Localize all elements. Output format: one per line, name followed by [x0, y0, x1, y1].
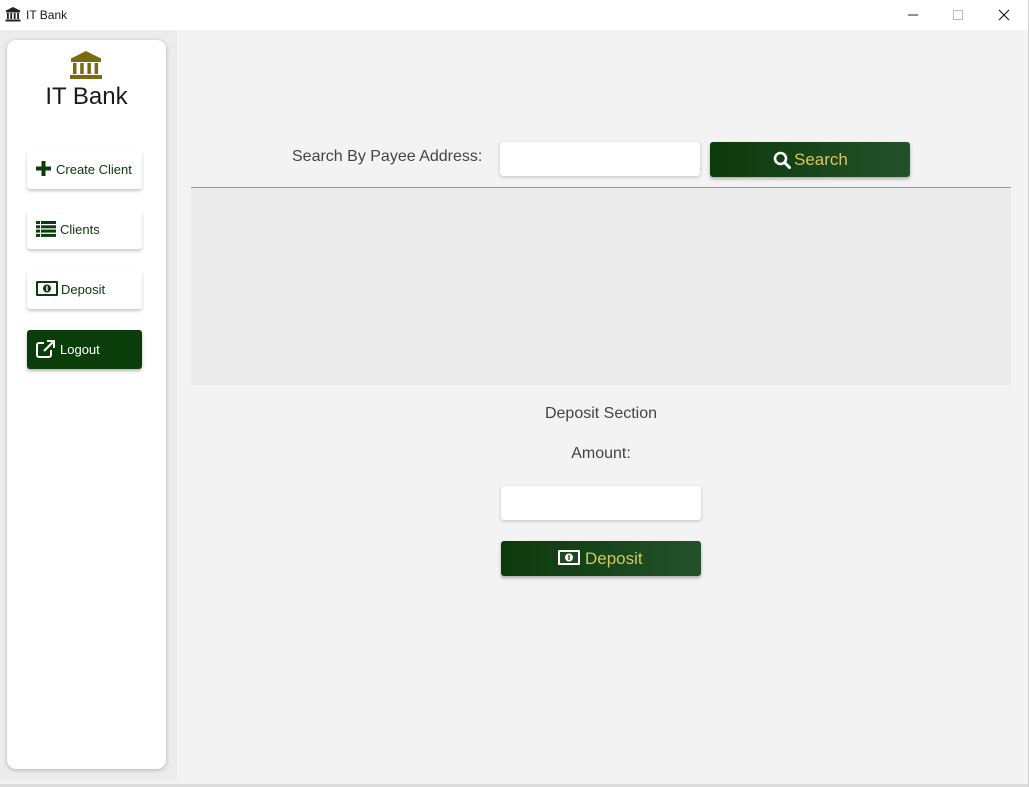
list-icon [36, 221, 56, 237]
logout-button[interactable]: Logout [27, 330, 142, 369]
deposit-nav-button[interactable]: Deposit [27, 270, 142, 309]
plus-icon [36, 161, 51, 176]
money-icon [558, 550, 580, 565]
bank-icon [70, 51, 102, 79]
brand-title: IT Bank [45, 83, 128, 110]
search-label: Search By Payee Address: [292, 148, 483, 165]
deposit-button-label: Deposit [585, 549, 643, 568]
create-client-button[interactable]: Create Client [27, 150, 142, 189]
amount-label: Amount: [571, 445, 631, 462]
search-icon [773, 151, 791, 169]
clients-button[interactable]: Clients [27, 210, 142, 249]
app-window: IT Bank IT Bank Create Client Clients De… [0, 0, 1029, 787]
deposit-button[interactable]: Deposit [501, 541, 701, 576]
clients-label: Clients [60, 222, 100, 237]
external-link-icon [36, 340, 55, 358]
payee-address-search-input[interactable] [500, 142, 700, 176]
search-button-label: Search [794, 150, 848, 169]
maximize-icon [953, 10, 963, 20]
close-button[interactable] [981, 0, 1027, 30]
title-bar: IT Bank [0, 0, 1028, 30]
create-client-label: Create Client [56, 162, 132, 177]
search-button[interactable]: Search [710, 142, 910, 177]
maximize-button[interactable] [935, 0, 981, 30]
amount-input[interactable] [501, 486, 701, 520]
logout-label: Logout [60, 342, 100, 357]
close-icon [998, 9, 1010, 21]
deposit-section-title: Deposit Section [544, 405, 658, 422]
minimize-icon [908, 14, 918, 16]
minimize-button[interactable] [890, 0, 936, 30]
window-title: IT Bank [26, 8, 68, 22]
bank-icon [5, 7, 21, 22]
search-results-table[interactable] [191, 188, 1011, 385]
money-icon [36, 281, 58, 296]
deposit-nav-label: Deposit [61, 282, 106, 297]
